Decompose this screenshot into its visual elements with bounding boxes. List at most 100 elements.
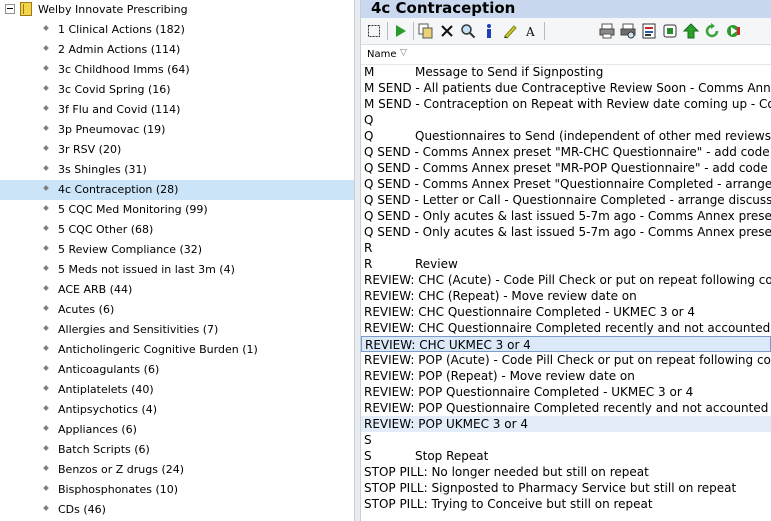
list-item[interactable]: REVIEW: POP (Repeat) - Move review date …: [361, 368, 771, 384]
list-item[interactable]: Q SEND - Letter or Call - Questionnaire …: [361, 192, 771, 208]
run-icon[interactable]: [391, 22, 409, 40]
list-item-name: R: [364, 257, 373, 271]
tree-item-label: CDs (46): [58, 503, 106, 516]
tree-item[interactable]: 3r RSV (20): [0, 140, 354, 160]
list-item[interactable]: Q Questionnaires to Send (independent of …: [361, 128, 771, 144]
tree-item[interactable]: Bisphosphonates (10): [0, 480, 354, 500]
move-up-icon[interactable]: [682, 22, 700, 40]
list-item[interactable]: STOP PILL: Signposted to Pharmacy Servic…: [361, 480, 771, 496]
list-item-name: M SEND - Contraception on Repeat with Re…: [364, 97, 771, 111]
tree-item[interactable]: 1 Clinical Actions (182): [0, 20, 354, 40]
list-item[interactable]: REVIEW: CHC (Acute) - Code Pill Check or…: [361, 272, 771, 288]
list-item[interactable]: S: [361, 432, 771, 448]
list-item-name: REVIEW: CHC UKMEC 3 or 4: [365, 338, 531, 352]
tree-item[interactable]: Antiplatelets (40): [0, 380, 354, 400]
select-icon[interactable]: [365, 22, 383, 40]
list-item[interactable]: Q: [361, 112, 771, 128]
tree-item[interactable]: 3c Covid Spring (16): [0, 80, 354, 100]
toolbar: A: [361, 18, 771, 45]
list-item[interactable]: M SEND - Contraception on Repeat with Re…: [361, 96, 771, 112]
bullet-icon: [43, 145, 49, 151]
tree-item[interactable]: Appliances (6): [0, 420, 354, 440]
tree-item[interactable]: Antipsychotics (4): [0, 400, 354, 420]
report-icon[interactable]: [640, 22, 658, 40]
tree-item[interactable]: 3c Childhood Imms (64): [0, 60, 354, 80]
svg-text:A: A: [525, 25, 535, 38]
bullet-icon: [43, 185, 49, 191]
list-item[interactable]: STOP PILL: No longer needed but still on…: [361, 464, 771, 480]
tree-item-label: Antipsychotics (4): [58, 403, 158, 416]
info-icon[interactable]: [480, 22, 498, 40]
list-item[interactable]: REVIEW: POP Questionnaire Completed - UK…: [361, 384, 771, 400]
search-icon[interactable]: [459, 22, 477, 40]
list-item-name: Q SEND - Comms Annex Preset "Questionnai…: [364, 177, 771, 191]
tree-item[interactable]: Allergies and Sensitivities (7): [0, 320, 354, 340]
list-item[interactable]: Q SEND - Only acutes & last issued 5-7m …: [361, 224, 771, 240]
column-header-name[interactable]: Name ▽: [361, 45, 771, 65]
text-icon[interactable]: A: [522, 22, 540, 40]
filter-icon[interactable]: ▽: [400, 48, 407, 58]
tree-item-label: 3p Pneumovac (19): [58, 123, 166, 136]
tree-item[interactable]: 5 CQC Med Monitoring (99): [0, 200, 354, 220]
tree-item[interactable]: 5 Review Compliance (32): [0, 240, 354, 260]
tree-item[interactable]: Benzos or Z drugs (24): [0, 460, 354, 480]
bullet-icon: [43, 165, 49, 171]
splitter[interactable]: [354, 0, 361, 521]
list-item[interactable]: REVIEW: POP Questionnaire Completed rece…: [361, 400, 771, 416]
list-item-description: Questionnaires to Send (independent of o…: [415, 129, 771, 143]
tree-item[interactable]: Anticoagulants (6): [0, 360, 354, 380]
list-item-name: REVIEW: POP UKMEC 3 or 4: [364, 417, 528, 431]
tree-item[interactable]: Anticholingeric Cognitive Burden (1): [0, 340, 354, 360]
list-item[interactable]: R Review: [361, 256, 771, 272]
list-item[interactable]: REVIEW: CHC UKMEC 3 or 4: [361, 336, 771, 352]
tree-item[interactable]: 4c Contraception (28): [0, 180, 354, 200]
bullet-icon: [43, 505, 49, 511]
tree-item[interactable]: 5 Meds not issued in last 3m (4): [0, 260, 354, 280]
bullet-icon: [43, 105, 49, 111]
print-preview-icon[interactable]: [619, 22, 637, 40]
tree-item[interactable]: Acutes (6): [0, 300, 354, 320]
tree-root[interactable]: Welby Innovate Prescribing: [0, 0, 354, 20]
refresh-icon[interactable]: [703, 22, 721, 40]
print-icon[interactable]: [598, 22, 616, 40]
list-item[interactable]: REVIEW: CHC (Repeat) - Move review date …: [361, 288, 771, 304]
tree-item[interactable]: CDs (46): [0, 500, 354, 520]
list-item[interactable]: M Message to Send if Signposting: [361, 64, 771, 80]
export-icon[interactable]: [661, 22, 679, 40]
tree-item[interactable]: Batch Scripts (6): [0, 440, 354, 460]
next-icon[interactable]: [724, 22, 742, 40]
list-item-name: REVIEW: CHC (Acute) - Code Pill Check or…: [364, 273, 771, 287]
list-item[interactable]: REVIEW: POP UKMEC 3 or 4: [361, 416, 771, 432]
list-item-name: REVIEW: POP (Repeat) - Move review date …: [364, 369, 635, 383]
list-item[interactable]: Q SEND - Only acutes & last issued 5-7m …: [361, 208, 771, 224]
list-item[interactable]: REVIEW: CHC Questionnaire Completed rece…: [361, 320, 771, 336]
delete-icon[interactable]: [438, 22, 456, 40]
tree-item[interactable]: 3f Flu and Covid (114): [0, 100, 354, 120]
list-item[interactable]: Q SEND - Comms Annex Preset "Questionnai…: [361, 176, 771, 192]
list-item-name: Q SEND - Comms Annex preset "MR-POP Ques…: [364, 161, 771, 175]
tree-item[interactable]: 3s Shingles (31): [0, 160, 354, 180]
list-item[interactable]: Q SEND - Comms Annex preset "MR-POP Ques…: [361, 160, 771, 176]
list-item[interactable]: R: [361, 240, 771, 256]
edit-icon[interactable]: [501, 22, 519, 40]
list-item[interactable]: S Stop Repeat: [361, 448, 771, 464]
tree-item[interactable]: 3p Pneumovac (19): [0, 120, 354, 140]
list-item[interactable]: M SEND - All patients due Contraceptive …: [361, 80, 771, 96]
tree-item[interactable]: 2 Admin Actions (114): [0, 40, 354, 60]
list-item[interactable]: REVIEW: CHC Questionnaire Completed - UK…: [361, 304, 771, 320]
tree-item[interactable]: 5 CQC Other (68): [0, 220, 354, 240]
tree-item-label: Bisphosphonates (10): [58, 483, 179, 496]
bullet-icon: [43, 205, 49, 211]
copy-icon[interactable]: [417, 22, 435, 40]
list-item[interactable]: Q SEND - Comms Annex preset "MR-CHC Ques…: [361, 144, 771, 160]
tree-item[interactable]: ACE ARB (44): [0, 280, 354, 300]
collapse-icon[interactable]: [5, 4, 15, 14]
tree-item-label: Anticoagulants (6): [58, 363, 160, 376]
bullet-icon: [43, 285, 49, 291]
column-header-label: Name: [367, 49, 397, 60]
tree-panel: Welby Innovate Prescribing 1 Clinical Ac…: [0, 0, 354, 521]
tree-item-label: 2 Admin Actions (114): [58, 43, 181, 56]
list-item[interactable]: STOP PILL: Trying to Conceive but still …: [361, 496, 771, 512]
list-item-name: R: [364, 241, 373, 255]
list-item[interactable]: REVIEW: POP (Acute) - Code Pill Check or…: [361, 352, 771, 368]
